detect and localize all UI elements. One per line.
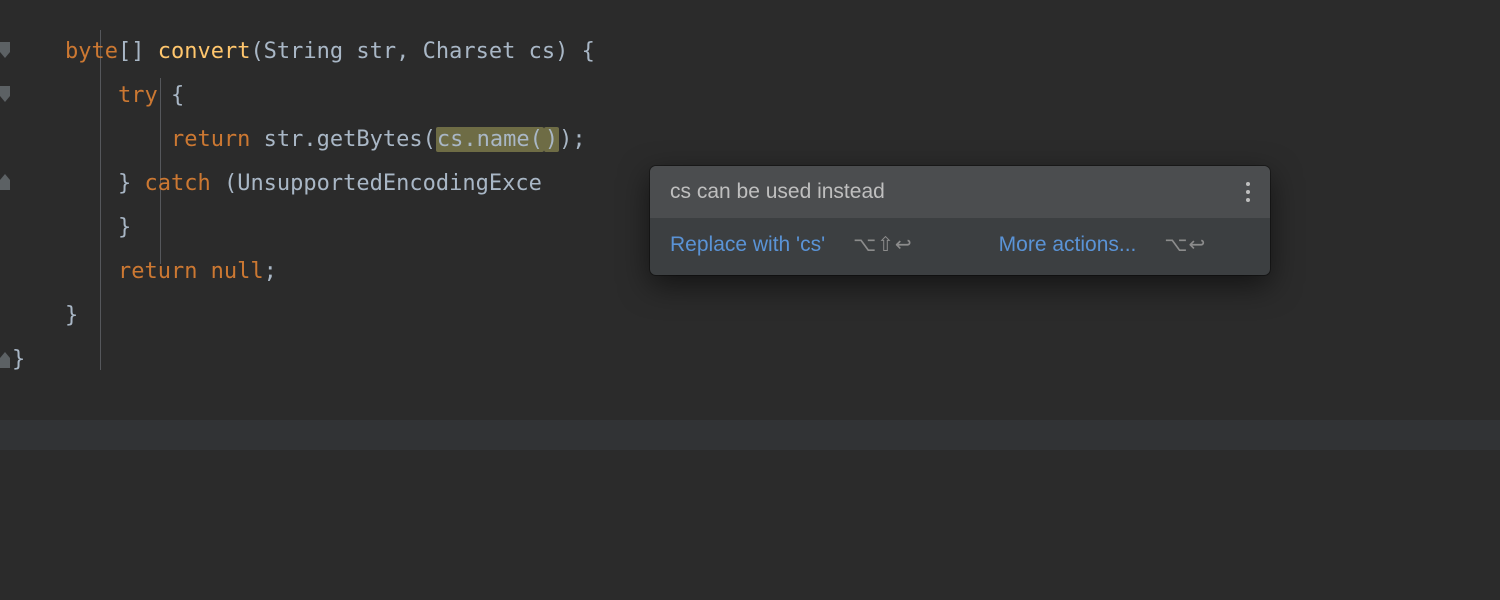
indent [12,259,118,284]
gutter-block-end-marker-icon[interactable] [0,170,10,194]
code-editor[interactable]: byte[] convert(String str, Charset cs) {… [0,0,1500,600]
keyword: try [118,83,158,108]
more-actions[interactable]: More actions... [999,233,1137,257]
gutter-method-marker-icon[interactable] [0,38,10,62]
code-line[interactable]: } [12,338,1500,382]
code-line[interactable]: } [12,294,1500,338]
keyword: return [171,127,250,152]
punct: [] [118,39,158,64]
intention-actions: Replace with 'cs' ⌥⇧↩ More actions... ⌥↩ [650,218,1270,275]
keyword: return null [118,259,264,284]
function-name: convert [158,39,251,64]
highlighted-code: cs.name( [436,127,544,152]
code-text: str.getBytes( [250,127,435,152]
indent [12,127,171,152]
more-options-icon[interactable] [1238,182,1258,202]
gutter-block-marker-icon[interactable] [0,82,10,106]
code-text: (UnsupportedEncodingExce [211,171,542,196]
punct: } [118,215,131,240]
replace-action[interactable]: Replace with 'cs' [670,233,825,257]
code-line[interactable]: return str.getBytes(cs.name()); [12,118,1500,162]
indent [12,215,118,240]
replace-shortcut: ⌥⇧↩ [853,232,913,257]
indent [12,83,118,108]
editor-gutter-band [0,420,1500,450]
intention-title: cs can be used instead [670,180,885,204]
keyword: byte [65,39,118,64]
indent [12,39,65,64]
punct: { [158,83,185,108]
gutter-method-end-marker-icon[interactable] [0,348,10,372]
punct: } [12,347,25,372]
punct: ; [264,259,277,284]
punct: ); [559,127,586,152]
intention-popup-header: cs can be used instead [650,166,1270,218]
code-line[interactable]: byte[] convert(String str, Charset cs) { [12,30,1500,74]
code-line[interactable]: try { [12,74,1500,118]
intention-popup: cs can be used instead Replace with 'cs'… [650,166,1270,275]
indent [12,171,118,196]
highlighted-code: ) [544,127,559,152]
punct: } [118,171,145,196]
code-text: (String str, Charset cs) { [250,39,594,64]
keyword: catch [144,171,210,196]
indent [12,303,65,328]
punct: } [65,303,78,328]
more-actions-shortcut: ⌥↩ [1164,232,1206,257]
